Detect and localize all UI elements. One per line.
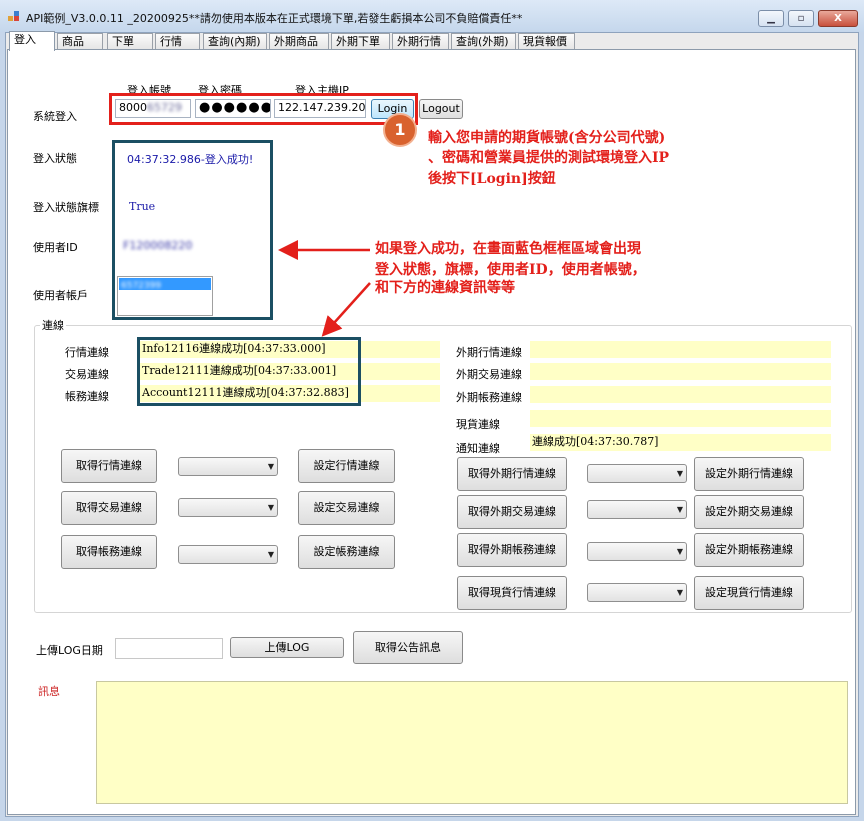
arrow-to-connection-box xyxy=(321,282,371,337)
annotation-arrows xyxy=(278,240,371,337)
tab-login[interactable]: 登入 xyxy=(9,31,55,51)
